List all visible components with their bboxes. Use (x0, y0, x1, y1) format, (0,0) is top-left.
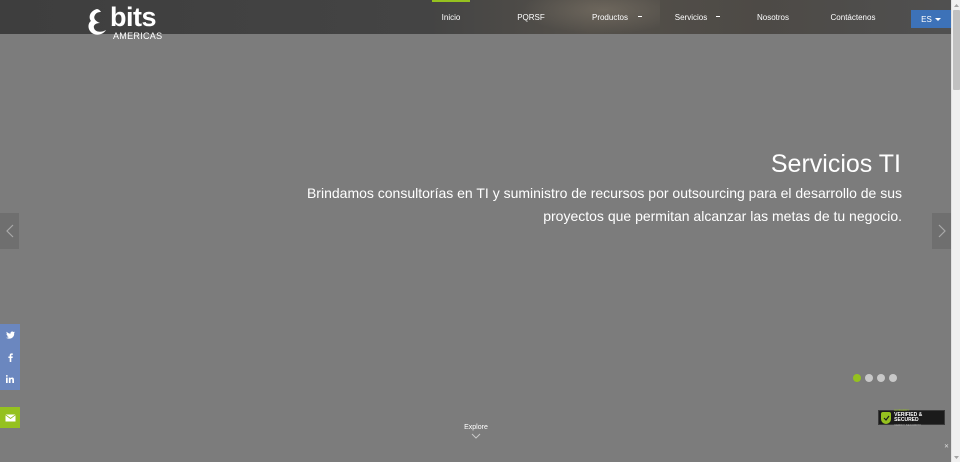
twitter-icon (5, 331, 15, 339)
linkedin-button[interactable] (0, 368, 20, 390)
explore-label: Explore (464, 424, 488, 431)
nav-label: Inicio (441, 12, 461, 22)
scrollbar-thumb[interactable] (953, 10, 960, 90)
nav-contactenos[interactable]: Contáctenos (828, 0, 878, 34)
nav-label: Servicios (674, 12, 708, 22)
social-bar (0, 324, 20, 390)
hero-description: Brindamos consultorías en TI y suministr… (306, 185, 902, 224)
slider-prev-button[interactable] (0, 213, 19, 249)
nav-inicio[interactable]: Inicio (432, 0, 470, 34)
shield-icon (881, 411, 892, 424)
language-label: ES (921, 14, 932, 24)
logo-tagline: AMERICAS (113, 31, 163, 41)
nav-label: Nosotros (756, 12, 789, 22)
nav-pqrsf[interactable]: PQRSF (513, 0, 549, 34)
hero-title: Servicios TI (770, 150, 901, 178)
servicios-dropdown-icon (716, 16, 720, 17)
scroll-down-icon[interactable] (953, 453, 960, 461)
nav-productos[interactable]: Productos (588, 0, 632, 34)
scroll-up-icon[interactable] (953, 1, 960, 9)
facebook-icon (7, 352, 13, 362)
seal-text: GODADDY VERIFIED & SECURED VERIFY SECURI… (894, 408, 944, 428)
slider-dot-4[interactable] (889, 374, 897, 382)
nav-nosotros[interactable]: Nosotros (753, 0, 793, 34)
vertical-scrollbar[interactable] (951, 0, 960, 462)
twitter-button[interactable] (0, 324, 20, 346)
chevron-down-icon (471, 433, 481, 439)
logo-swirl-icon (88, 9, 106, 35)
security-seal[interactable]: GODADDY VERIFIED & SECURED VERIFY SECURI… (878, 408, 945, 428)
seal-verify: VERIFY SECURITY (894, 422, 921, 427)
slider-pagination (853, 374, 897, 382)
seal-close-icon[interactable]: ✕ (944, 443, 949, 450)
nav-label: Contáctenos (830, 12, 876, 22)
slider-dot-1[interactable] (853, 374, 861, 382)
facebook-button[interactable] (0, 346, 20, 368)
contact-mail-button[interactable] (0, 407, 20, 428)
language-selector[interactable]: ES (911, 10, 951, 28)
linkedin-icon (6, 375, 14, 383)
page: bits AMERICAS Inicio PQRSF Productos Ser… (0, 0, 951, 462)
chevron-left-icon (5, 224, 13, 238)
slider-dot-3[interactable] (877, 374, 885, 382)
slider-dot-2[interactable] (865, 374, 873, 382)
logo-wordmark: bits (110, 2, 157, 32)
nav-label: PQRSF (517, 12, 545, 22)
nav-servicios[interactable]: Servicios (672, 0, 710, 34)
caret-down-icon (934, 17, 941, 21)
chevron-right-icon (938, 224, 946, 238)
mail-icon (4, 413, 16, 421)
explore-link[interactable]: Explore (456, 424, 496, 439)
hero-slider: Servicios TI Brindamos consultorías en T… (0, 34, 951, 462)
nav-label: Productos (591, 12, 629, 22)
slider-next-button[interactable] (932, 213, 951, 249)
productos-dropdown-icon (638, 16, 642, 17)
bits-americas-logo[interactable]: bits AMERICAS (86, 2, 176, 43)
seal-status: VERIFIED & SECURED (894, 411, 923, 423)
